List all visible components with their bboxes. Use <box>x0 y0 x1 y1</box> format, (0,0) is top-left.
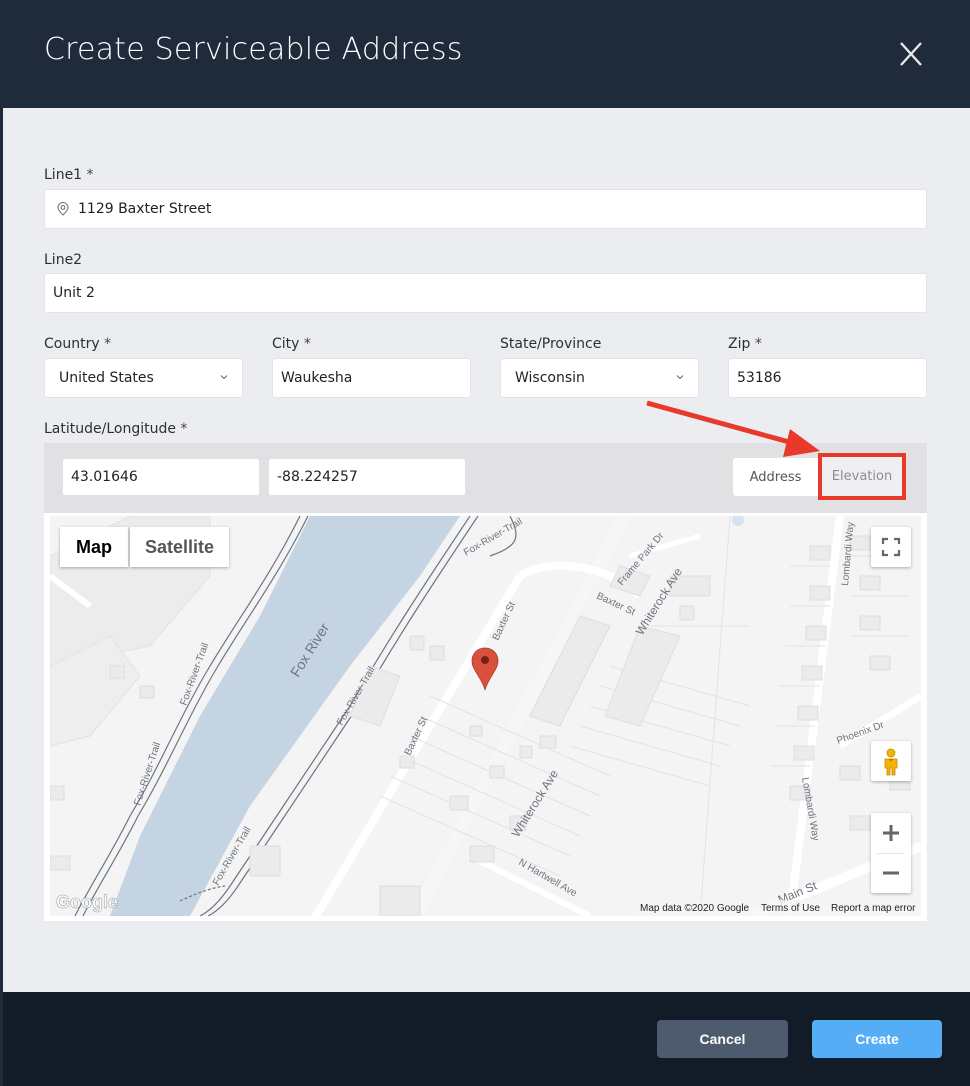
elevation-toggle-button[interactable]: Elevation <box>818 453 906 500</box>
country-label: Country * <box>44 336 112 352</box>
line2-value: Unit 2 <box>53 285 95 301</box>
latlng-label: Latitude/Longitude * <box>44 421 188 437</box>
chevron-down-icon <box>220 375 228 380</box>
longitude-value: -88.224257 <box>277 469 358 485</box>
city-label: City * <box>272 336 311 352</box>
modal-header: Create Serviceable Address <box>0 0 970 108</box>
zip-label: Zip * <box>728 336 762 352</box>
line2-input[interactable]: Unit 2 <box>44 273 927 313</box>
plus-icon <box>883 825 899 841</box>
pegman-icon <box>884 748 898 776</box>
state-select[interactable]: Wisconsin <box>500 358 699 398</box>
map-tiles: Fox River Fox-River-Trail Fox-River-Trai… <box>50 516 921 916</box>
zoom-in-button[interactable] <box>871 813 911 853</box>
annotation-arrow <box>646 400 820 457</box>
country-selected: United States <box>59 370 154 386</box>
latitude-input[interactable]: 43.01646 <box>62 458 260 496</box>
create-address-modal: Create Serviceable Address Line1 * 1129 … <box>0 0 970 1086</box>
city-value: Waukesha <box>281 370 353 386</box>
minus-icon <box>883 871 899 875</box>
zoom-out-button[interactable] <box>871 853 911 893</box>
google-logo: Google <box>56 892 118 912</box>
line1-input[interactable]: 1129 Baxter Street <box>44 189 927 229</box>
line1-value: 1129 Baxter Street <box>78 201 212 217</box>
terms-of-use-link[interactable]: Terms of Use <box>761 903 820 914</box>
location-pin-icon <box>57 202 69 216</box>
state-label: State/Province <box>500 336 602 352</box>
street-view-pegman[interactable] <box>871 741 911 781</box>
modal-footer: Cancel Create <box>3 992 970 1086</box>
fullscreen-button[interactable] <box>871 527 911 567</box>
chevron-down-icon <box>676 375 684 380</box>
state-selected: Wisconsin <box>515 370 585 386</box>
map-data-attribution: Map data ©2020 Google <box>640 903 750 914</box>
zoom-controls <box>871 813 911 893</box>
map-type-map-button[interactable]: Map <box>60 527 128 567</box>
close-button[interactable] <box>893 36 929 72</box>
line1-label: Line1 * <box>44 167 94 183</box>
cancel-button[interactable]: Cancel <box>657 1020 788 1058</box>
line2-label: Line2 <box>44 252 83 268</box>
report-map-error-link[interactable]: Report a map error <box>831 903 915 914</box>
create-button[interactable]: Create <box>812 1020 942 1058</box>
latitude-value: 43.01646 <box>71 469 138 485</box>
zip-value: 53186 <box>737 370 782 386</box>
map-canvas[interactable]: Fox River Fox-River-Trail Fox-River-Trai… <box>50 516 921 916</box>
fullscreen-icon <box>881 537 901 557</box>
map-container: Fox River Fox-River-Trail Fox-River-Trai… <box>44 513 927 921</box>
longitude-input[interactable]: -88.224257 <box>268 458 466 496</box>
modal-title: Create Serviceable Address <box>44 32 463 67</box>
map-type-satellite-button[interactable]: Satellite <box>130 527 229 567</box>
close-icon <box>900 42 922 66</box>
country-select[interactable]: United States <box>44 358 243 398</box>
zip-input[interactable]: 53186 <box>728 358 927 398</box>
city-input[interactable]: Waukesha <box>272 358 471 398</box>
